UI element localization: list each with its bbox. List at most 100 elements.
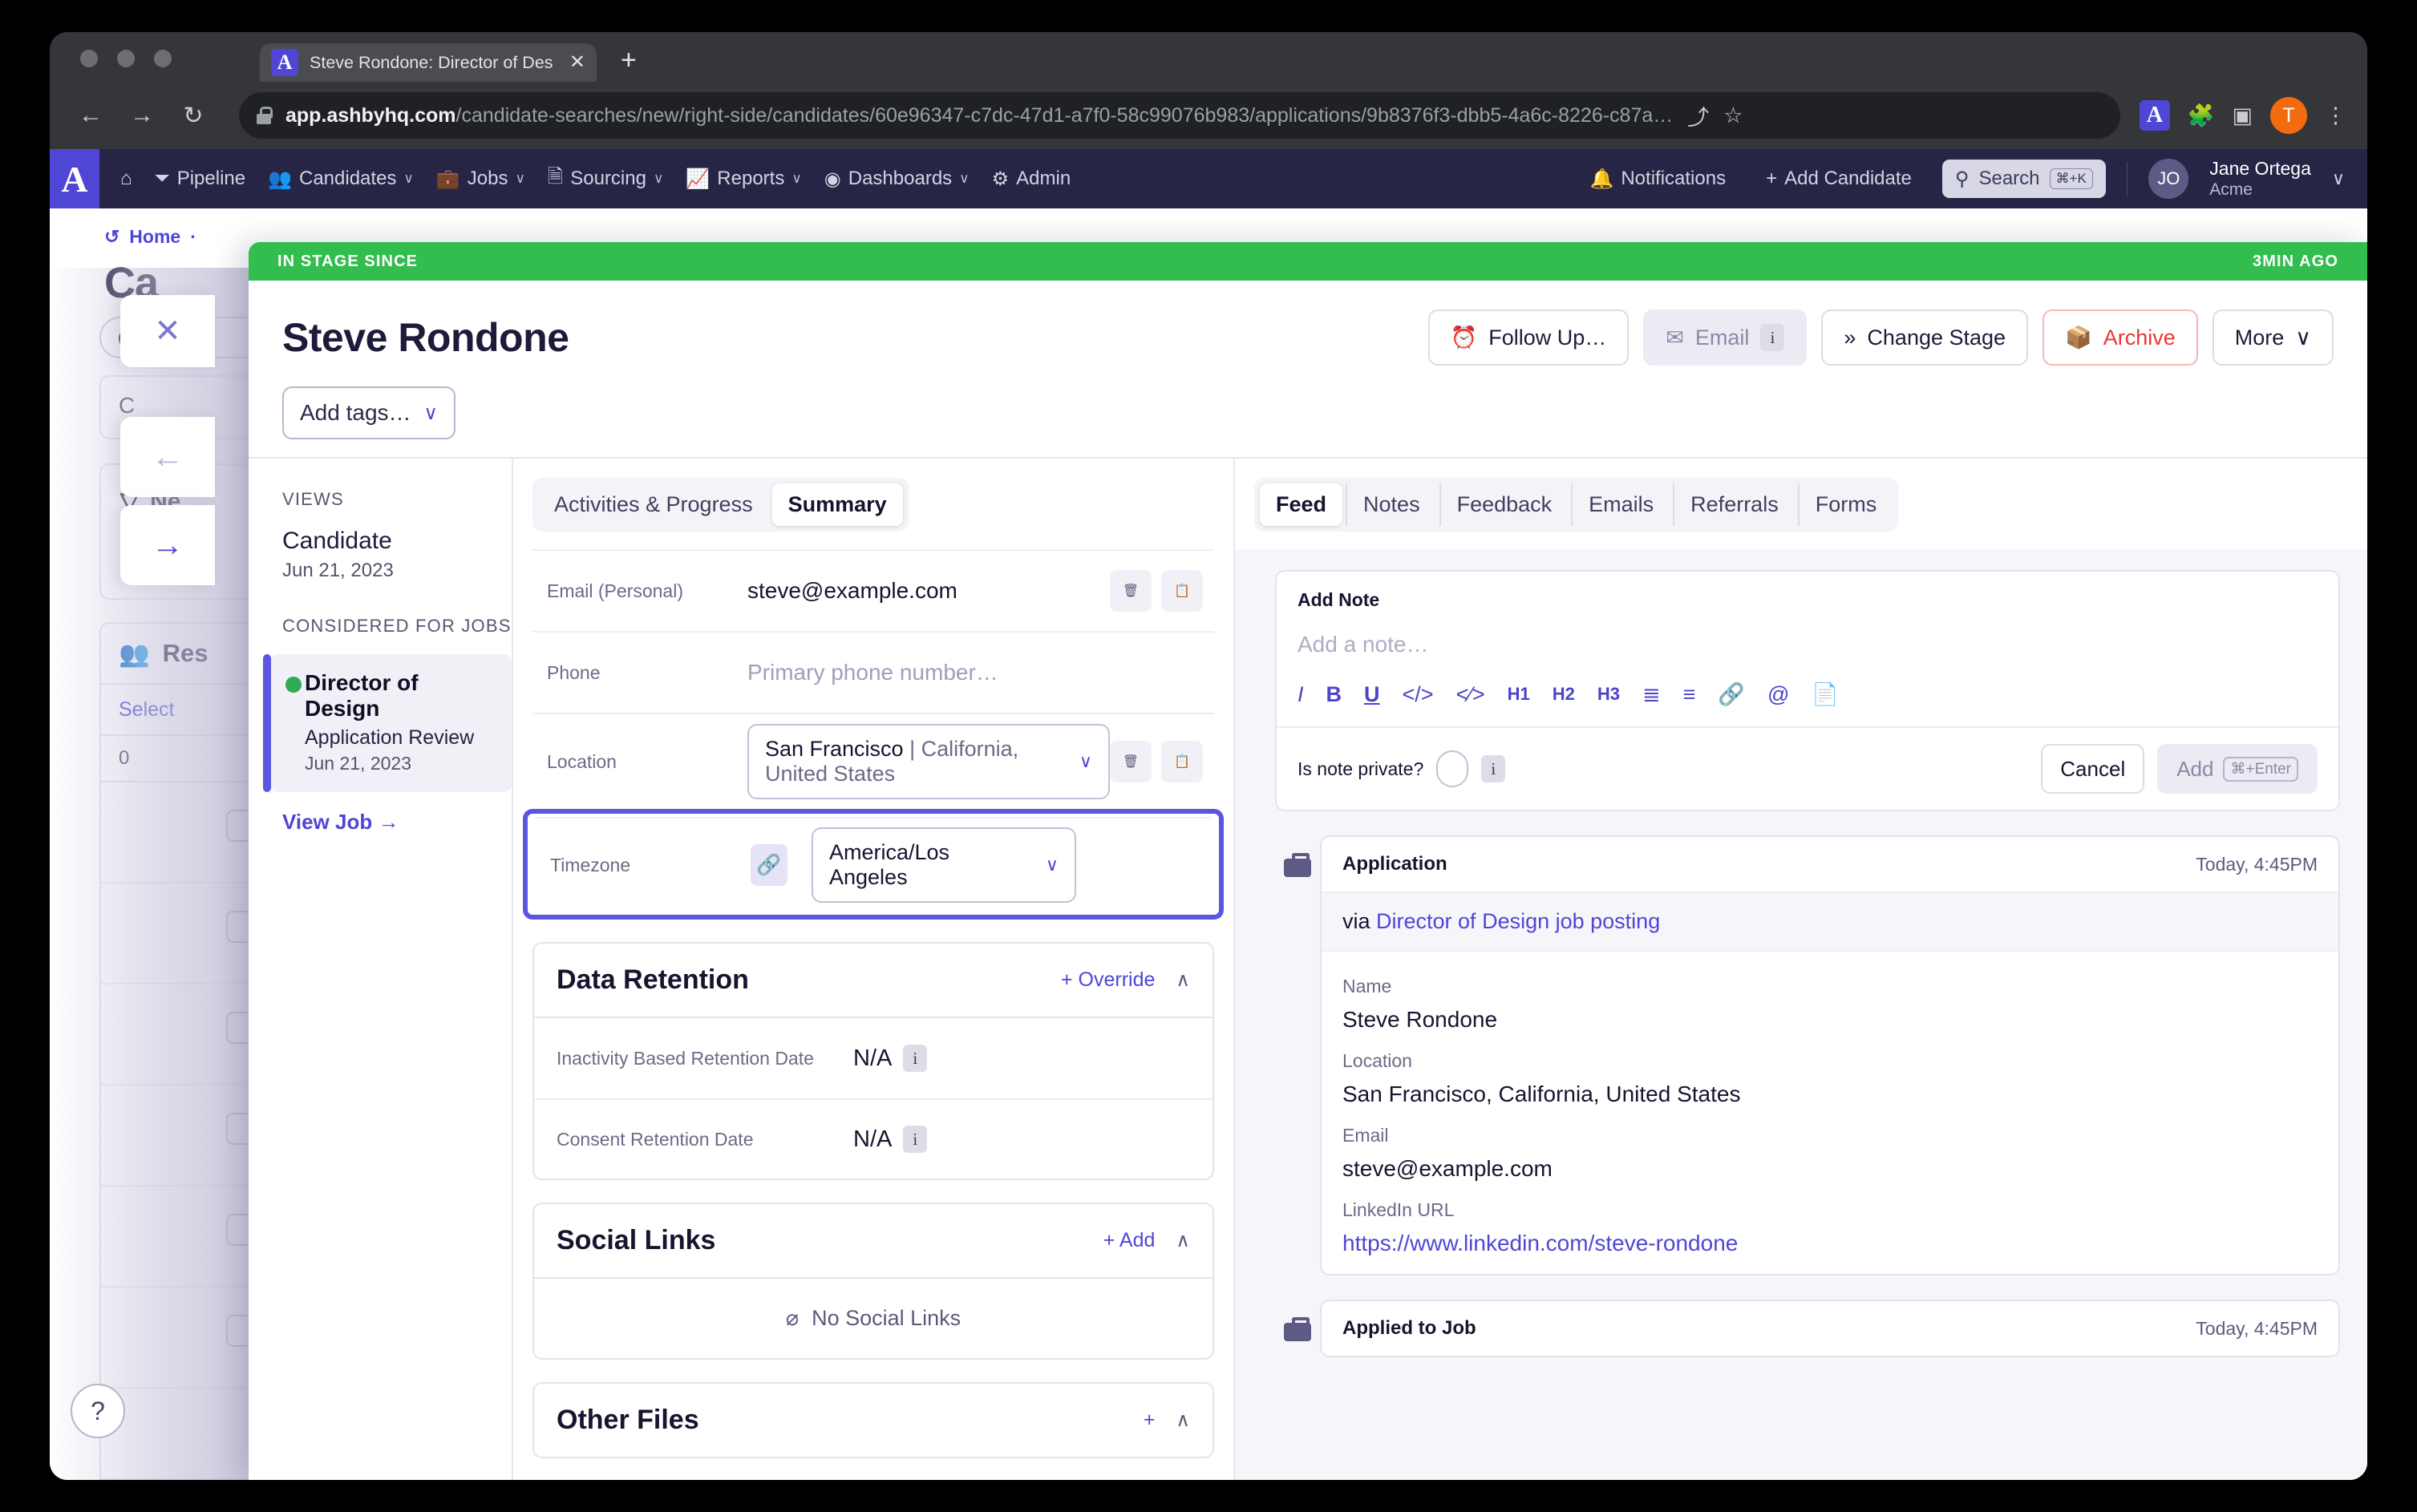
- share-icon[interactable]: ⤴: [1687, 100, 1709, 131]
- breadcrumb-home[interactable]: Home: [129, 226, 180, 248]
- new-tab-button[interactable]: +: [621, 46, 637, 74]
- code-block-icon[interactable]: <⁄>: [1456, 682, 1485, 707]
- view-job-link[interactable]: View Job →: [282, 810, 512, 835]
- timezone-select[interactable]: America/Los Angeles ∨: [812, 827, 1076, 903]
- minimize-window-button[interactable]: [117, 50, 135, 67]
- add-note-button[interactable]: Add ⌘+Enter: [2157, 744, 2318, 794]
- user-menu[interactable]: Jane Ortega Acme: [2209, 157, 2311, 201]
- forward-icon[interactable]: →: [122, 95, 162, 135]
- extensions-puzzle-icon[interactable]: 🧩: [2188, 103, 2215, 128]
- bookmark-star-icon[interactable]: ☆: [1723, 103, 1743, 128]
- nav-item-home[interactable]: ⌂: [111, 161, 142, 196]
- add-social-link-button[interactable]: + Add: [1103, 1229, 1156, 1252]
- browser-tab[interactable]: A Steve Rondone: Director of Des ✕: [260, 43, 597, 82]
- back-icon[interactable]: ←: [71, 95, 111, 135]
- nav-item-pipeline[interactable]: ⏷ Pipeline: [145, 161, 256, 196]
- field-value: Steve Rondone: [1342, 1007, 1498, 1032]
- add-file-button[interactable]: +: [1144, 1409, 1156, 1432]
- email-label: Email: [1694, 325, 1750, 350]
- card-title: Social Links: [557, 1225, 716, 1255]
- chevron-up-icon[interactable]: ∧: [1176, 1409, 1190, 1432]
- close-icon[interactable]: ✕: [569, 53, 585, 72]
- link-icon[interactable]: 🔗: [751, 844, 787, 886]
- window-controls[interactable]: [80, 50, 172, 67]
- previous-candidate-button[interactable]: ←: [120, 417, 215, 497]
- link-icon[interactable]: 🔗: [1718, 681, 1745, 707]
- underline-icon[interactable]: U: [1364, 682, 1380, 707]
- nav-item-dashboards[interactable]: ◉ Dashboards ∨: [815, 161, 979, 197]
- tab-referrals[interactable]: Referrals: [1673, 483, 1795, 526]
- next-candidate-button[interactable]: →: [120, 505, 215, 585]
- bullet-list-icon[interactable]: ≡: [1683, 682, 1696, 707]
- address-bar[interactable]: app.ashbyhq.com/candidate-searches/new/r…: [239, 92, 2120, 139]
- heading-2-icon[interactable]: H2: [1553, 684, 1575, 705]
- tab-activities-progress[interactable]: Activities & Progress: [538, 483, 769, 526]
- location-select[interactable]: San Francisco | California, United State…: [747, 724, 1110, 799]
- chrome-menu-icon[interactable]: ⋮: [2325, 103, 2346, 128]
- heading-1-icon[interactable]: H1: [1508, 684, 1530, 705]
- chevron-up-icon[interactable]: ∧: [1176, 968, 1190, 992]
- notifications-button[interactable]: 🔔 Notifications: [1580, 161, 1735, 197]
- override-button[interactable]: + Override: [1061, 968, 1155, 992]
- attachment-icon[interactable]: 📄: [1812, 681, 1839, 707]
- close-window-button[interactable]: [80, 50, 98, 67]
- italic-icon[interactable]: I: [1298, 682, 1304, 707]
- nav-item-candidates[interactable]: 👥 Candidates ∨: [258, 161, 423, 197]
- email-button[interactable]: ✉ Email i: [1643, 309, 1808, 366]
- tab-feedback[interactable]: Feedback: [1439, 483, 1569, 526]
- ashby-logo-icon[interactable]: A: [50, 149, 99, 208]
- card-header: Data Retention + Override ∧: [534, 944, 1213, 1018]
- phone-input[interactable]: Primary phone number…: [747, 660, 1203, 685]
- tab-summary[interactable]: Summary: [771, 483, 903, 526]
- chevron-up-icon[interactable]: ∧: [1176, 1229, 1190, 1252]
- more-button[interactable]: More ∨: [2212, 309, 2334, 366]
- tab-forms[interactable]: Forms: [1797, 483, 1893, 526]
- trash-icon[interactable]: 🗑: [1110, 741, 1152, 782]
- mention-icon[interactable]: @: [1767, 682, 1789, 707]
- feed-scroll-area[interactable]: Add Note Add a note… I B U </> <⁄> H1 H2…: [1235, 549, 2367, 1480]
- nav-item-reports[interactable]: 📈 Reports ∨: [676, 161, 811, 197]
- reload-icon[interactable]: ↻: [173, 95, 213, 135]
- job-posting-link[interactable]: Director of Design job posting: [1376, 909, 1660, 933]
- help-button[interactable]: ?: [71, 1384, 125, 1438]
- ordered-list-icon[interactable]: ≣: [1642, 682, 1661, 707]
- email-value[interactable]: steve@example.com: [747, 578, 1110, 604]
- avatar[interactable]: JO: [2148, 159, 2189, 199]
- side-panel-icon[interactable]: ▣: [2232, 103, 2253, 128]
- nav-item-sourcing[interactable]: 🗎 Sourcing ∨: [538, 156, 673, 202]
- heading-3-icon[interactable]: H3: [1597, 684, 1620, 705]
- add-candidate-button[interactable]: + Add Candidate: [1756, 161, 1921, 196]
- tab-emails[interactable]: Emails: [1571, 483, 1670, 526]
- inline-code-icon[interactable]: </>: [1403, 682, 1434, 707]
- cancel-button[interactable]: Cancel: [2041, 744, 2145, 794]
- tab-feed[interactable]: Feed: [1260, 483, 1343, 526]
- info-badge[interactable]: i: [903, 1045, 928, 1072]
- add-tags-select[interactable]: Add tags… ∨: [282, 386, 455, 439]
- nav-item-admin[interactable]: ⚙ Admin: [982, 161, 1081, 197]
- bold-icon[interactable]: B: [1326, 682, 1342, 707]
- copy-icon[interactable]: 📋: [1161, 741, 1203, 782]
- sidebar-item-director-of-design[interactable]: Director of Design Application Review Ju…: [263, 654, 512, 792]
- copy-icon[interactable]: 📋: [1161, 570, 1203, 612]
- summary-scroll-area[interactable]: Email (Personal) steve@example.com 🗑 📋 P…: [513, 549, 1233, 1480]
- chevron-down-icon[interactable]: ∨: [2332, 168, 2345, 189]
- sidebar-item-candidate[interactable]: Candidate Jun 21, 2023: [282, 528, 512, 582]
- ashby-extension-icon[interactable]: A: [2139, 100, 2170, 131]
- linkedin-url-link[interactable]: https://www.linkedin.com/steve-rondone: [1342, 1231, 1738, 1255]
- change-stage-button[interactable]: » Change Stage: [1821, 309, 2029, 366]
- note-input[interactable]: Add a note…: [1277, 611, 2338, 681]
- maximize-window-button[interactable]: [154, 50, 172, 67]
- breadcrumb[interactable]: ↺ Home ·: [104, 226, 196, 248]
- profile-avatar[interactable]: T: [2270, 97, 2307, 134]
- tab-notes[interactable]: Notes: [1346, 483, 1436, 526]
- archive-button[interactable]: 📦 Archive: [2043, 309, 2198, 366]
- info-badge[interactable]: i: [1481, 755, 1506, 782]
- trash-icon[interactable]: 🗑: [1110, 570, 1152, 612]
- info-badge[interactable]: i: [1760, 324, 1785, 351]
- follow-up-button[interactable]: ⏰ Follow Up…: [1427, 309, 1630, 366]
- search-button[interactable]: ⚲ Search ⌘+K: [1941, 160, 2106, 198]
- info-badge[interactable]: i: [903, 1126, 928, 1153]
- nav-item-jobs[interactable]: 💼 Jobs ∨: [427, 161, 535, 197]
- private-note-toggle[interactable]: [1436, 750, 1469, 787]
- close-modal-button[interactable]: ✕: [120, 295, 215, 367]
